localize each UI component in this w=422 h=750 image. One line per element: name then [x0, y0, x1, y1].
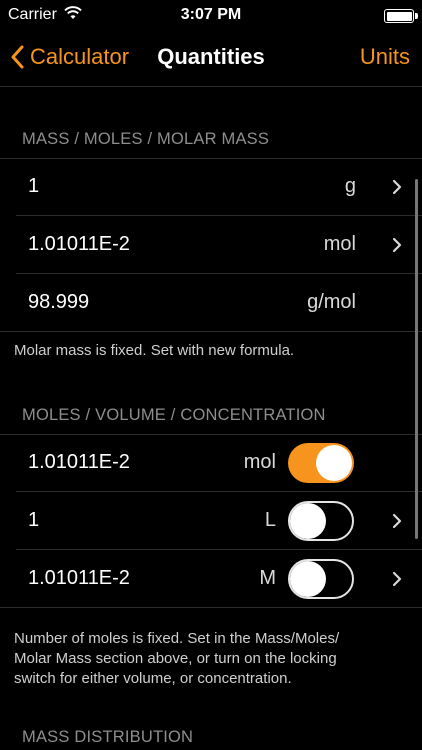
concentration-row[interactable]: 1.01011E-2 M [0, 550, 422, 608]
molar-mass-row: 98.999 g/mol [0, 274, 422, 332]
moles-value: 1.01011E-2 [28, 233, 130, 255]
mass-value: 1 [28, 175, 40, 197]
volume-unit: L [264, 509, 276, 531]
mass-row[interactable]: 1 g [0, 158, 422, 216]
units-button[interactable]: Units [360, 44, 410, 70]
section-header-mass: MASS / MOLES / MOLAR MASS [22, 130, 270, 148]
quantities-table[interactable]: MASS / MOLES / MOLAR MASS 1 g 1.01011E-2… [0, 87, 422, 750]
moles-lock-unit: mol [243, 451, 276, 473]
section-footer-mass: Molar mass is fixed. Set with new formul… [14, 342, 295, 359]
volume-lock-switch[interactable] [288, 501, 354, 541]
navigation-bar: Calculator Quantities Units [0, 32, 422, 87]
section-footer-concentration: Number of moles is fixed. Set in the Mas… [14, 630, 340, 687]
concentration-unit: M [259, 567, 276, 589]
moles-unit: mol [323, 233, 356, 255]
chevron-right-icon [392, 513, 402, 529]
moles-lock-switch[interactable] [288, 443, 354, 483]
mass-unit: g [344, 175, 356, 197]
battery-icon [384, 9, 418, 23]
section-header-distribution: MASS DISTRIBUTION [22, 728, 194, 746]
status-bar: Carrier 3:07 PM [0, 0, 422, 32]
scroll-indicator [415, 179, 418, 539]
molar-mass-unit: g/mol [307, 291, 356, 313]
chevron-right-icon [392, 571, 402, 587]
section-header-concentration: MOLES / VOLUME / CONCENTRATION [22, 406, 326, 424]
chevron-right-icon [392, 179, 402, 195]
volume-value: 1 [28, 509, 40, 531]
chevron-right-icon [392, 237, 402, 253]
page-title: Quantities [157, 44, 265, 69]
clock: 3:07 PM [180, 6, 242, 23]
moles-lock-value: 1.01011E-2 [28, 451, 130, 473]
concentration-lock-switch[interactable] [288, 559, 354, 599]
molar-mass-value: 98.999 [28, 291, 90, 313]
moles-lock-row: 1.01011E-2 mol [0, 434, 422, 492]
moles-row[interactable]: 1.01011E-2 mol [0, 216, 422, 274]
concentration-value: 1.01011E-2 [28, 567, 130, 589]
volume-row[interactable]: 1 L [0, 492, 422, 550]
